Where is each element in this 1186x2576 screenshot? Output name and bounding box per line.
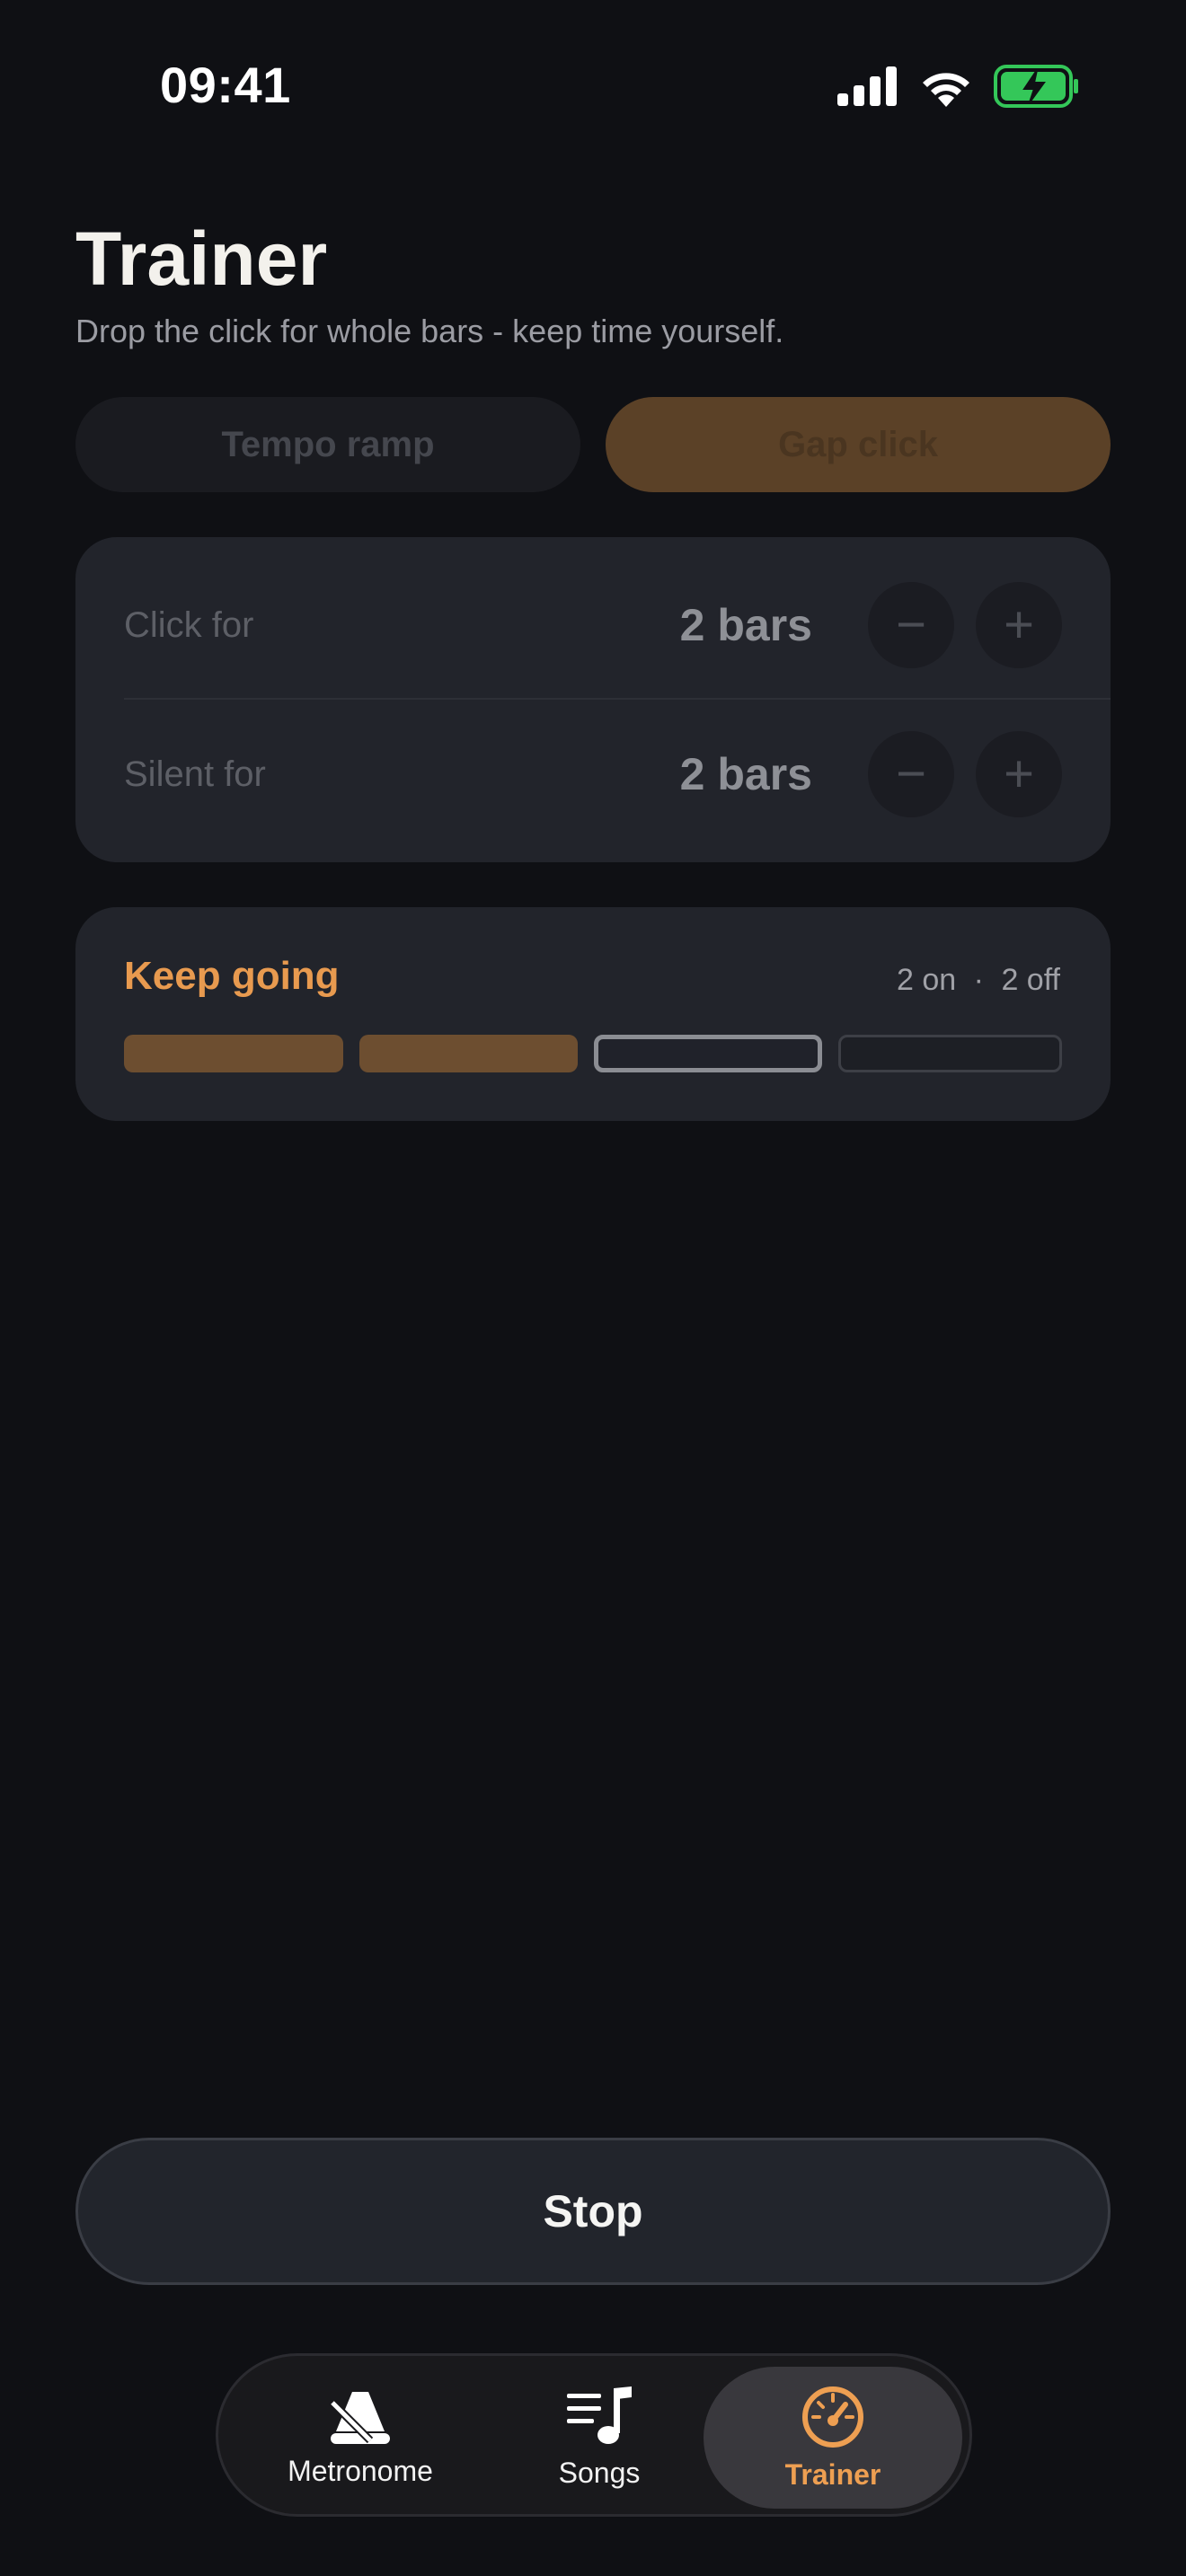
settings-divider	[124, 698, 1111, 700]
tab-songs-label: Songs	[558, 2456, 641, 2489]
tab-trainer-label: Trainer	[784, 2457, 881, 2491]
status-time: 09:41	[160, 57, 291, 113]
page-title: Trainer	[75, 216, 328, 301]
on-count: 2 on	[897, 963, 957, 997]
silent-for-label: Silent for	[124, 754, 266, 794]
battery-charging-icon	[994, 65, 1078, 108]
click-for-value: 2 bars	[679, 600, 812, 650]
tab-metronome-label: Metronome	[288, 2454, 433, 2487]
tab-metronome[interactable]: Metronome	[231, 2367, 490, 2509]
stop-button[interactable]: Stop	[75, 2138, 1111, 2285]
tempo-ramp-tab[interactable]: Tempo ramp	[75, 397, 580, 492]
bar-progress	[124, 1035, 1062, 1072]
silent-for-increment-button[interactable]: +	[976, 731, 1062, 817]
click-for-increment-button[interactable]: +	[976, 582, 1062, 668]
progress-card: Keep going 2 on · 2 off	[75, 907, 1111, 1121]
off-count: 2 off	[1001, 963, 1060, 997]
gap-click-tab[interactable]: Gap click	[606, 397, 1111, 492]
status-icons	[837, 65, 1080, 108]
bar-segment	[594, 1035, 822, 1072]
click-for-decrement-button[interactable]: −	[868, 582, 954, 668]
silent-for-value: 2 bars	[679, 749, 812, 799]
music-list-icon	[567, 2386, 632, 2444]
silent-for-decrement-button[interactable]: −	[868, 731, 954, 817]
cellular-signal-icon	[837, 66, 897, 106]
bar-segment	[358, 1035, 578, 1072]
tab-bar: Metronome Songs Trainer	[216, 2353, 972, 2517]
tab-trainer[interactable]: Trainer	[704, 2367, 962, 2509]
bar-segment	[124, 1035, 343, 1072]
click-for-row: Click for 2 bars − +	[124, 580, 1062, 670]
silent-for-row: Silent for 2 bars − +	[124, 729, 1062, 819]
on-off-separator: ·	[973, 963, 984, 997]
tab-songs[interactable]: Songs	[470, 2367, 729, 2509]
progress-status: Keep going	[124, 954, 340, 998]
bar-segment	[837, 1035, 1062, 1072]
on-off-summary: 2 on · 2 off	[897, 963, 1060, 998]
wifi-icon	[923, 73, 969, 107]
trainer-screen: 09:41 Trainer Drop the click for whole b…	[0, 0, 1186, 2576]
gap-settings-card: Click for 2 bars − + Silent for 2 bars −…	[75, 537, 1111, 862]
metronome-icon	[329, 2391, 390, 2444]
page-subtitle: Drop the click for whole bars - keep tim…	[75, 313, 784, 349]
gauge-icon	[802, 2386, 863, 2448]
click-for-label: Click for	[124, 604, 254, 645]
